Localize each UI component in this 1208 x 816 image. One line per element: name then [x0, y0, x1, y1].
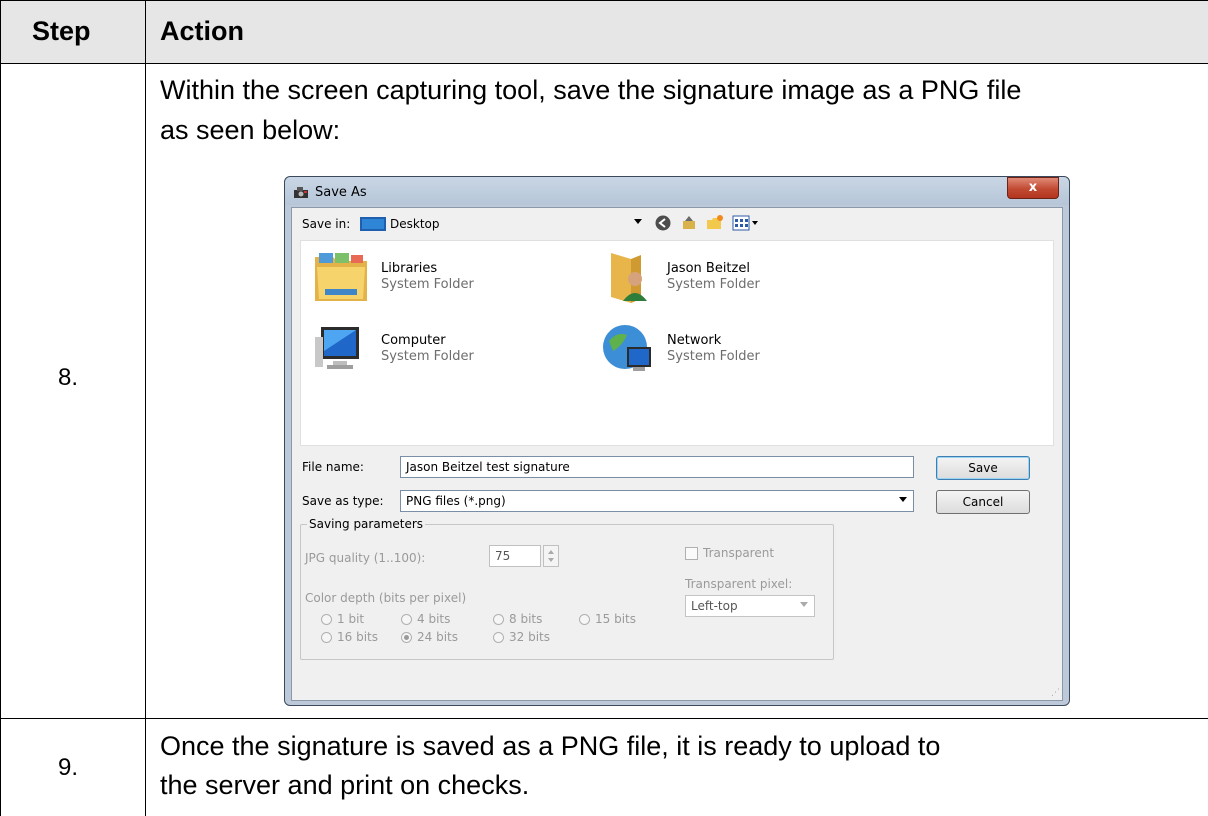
saving-parameters-group: Saving parameters JPG quality (1..100): …	[300, 517, 834, 660]
chevron-down-icon	[634, 219, 642, 224]
dialog-titlebar[interactable]: Save As x	[285, 177, 1069, 205]
item-name: Computer	[381, 333, 446, 348]
close-icon: x	[1028, 180, 1038, 195]
table-header-divider	[0, 63, 1208, 64]
list-item[interactable]: Libraries System Folder	[311, 249, 601, 313]
transparent-checkbox[interactable]	[685, 547, 698, 560]
back-icon[interactable]	[654, 214, 672, 232]
radio-label: 32 bits	[509, 630, 550, 644]
list-item[interactable]: Network System Folder	[597, 321, 887, 385]
libraries-folder-icon	[315, 253, 367, 301]
item-subtitle: System Folder	[381, 277, 474, 292]
radio-label: 8 bits	[509, 612, 543, 626]
jpg-quality-input[interactable]: 75	[489, 545, 541, 567]
table-column-divider	[145, 0, 146, 816]
close-button[interactable]: x	[1007, 177, 1059, 199]
step-number-9: 9.	[58, 754, 79, 781]
table-border-left	[0, 0, 1, 816]
group-title: Saving parameters	[307, 517, 426, 531]
file-list-area[interactable]: Libraries System Folder Jason Beitzel Sy…	[300, 240, 1054, 446]
radio-label: 1 bit	[337, 612, 365, 626]
up-folder-icon[interactable]	[680, 214, 698, 232]
header-action: Action	[160, 16, 244, 46]
dialog-title: Save As	[315, 185, 367, 200]
item-name: Network	[667, 333, 722, 348]
camera-app-icon	[294, 187, 308, 198]
table-border-top	[0, 0, 1208, 1]
jpg-quality-label: JPG quality (1..100):	[305, 551, 426, 565]
user-folder-icon	[611, 253, 647, 303]
step-9-line-1: Once the signature is saved as a PNG fil…	[160, 731, 941, 761]
item-subtitle: System Folder	[667, 349, 760, 364]
transparent-pixel-dropdown[interactable]: Left-top	[685, 595, 815, 617]
item-subtitle: System Folder	[381, 349, 474, 364]
item-name: Libraries	[381, 261, 438, 276]
resize-grip-icon[interactable]: ⋰	[1051, 688, 1060, 698]
radio-label: 16 bits	[337, 630, 378, 644]
transparent-label: Transparent	[703, 546, 775, 560]
computer-icon	[315, 327, 359, 369]
transparent-pixel-value: Left-top	[691, 599, 738, 613]
save-in-value: Desktop	[390, 217, 440, 231]
save-as-type-label: Save as type:	[302, 494, 384, 508]
header-step: Step	[32, 16, 91, 46]
step-8-line-2: as seen below:	[160, 115, 341, 145]
step-9-line-2: the server and print on checks.	[160, 770, 530, 800]
radio-16-bits[interactable]	[321, 632, 332, 643]
cancel-button[interactable]: Cancel	[936, 490, 1030, 514]
stepper-arrows-icon	[548, 550, 554, 562]
radio-4-bits[interactable]	[401, 614, 412, 625]
table-row-divider	[0, 718, 1208, 719]
view-menu-icon[interactable]	[732, 214, 760, 232]
radio-label: 15 bits	[595, 612, 636, 626]
dialog-client-area: Save in: Desktop Libraries System Folder…	[291, 207, 1063, 701]
save-in-label: Save in:	[302, 217, 351, 231]
step-number-8: 8.	[58, 364, 79, 391]
chevron-down-icon	[800, 602, 808, 607]
radio-1-bit[interactable]	[321, 614, 332, 625]
radio-15-bits[interactable]	[579, 614, 590, 625]
radio-24-bits[interactable]	[401, 632, 412, 643]
radio-label: 4 bits	[417, 612, 451, 626]
list-item[interactable]: Jason Beitzel System Folder	[597, 249, 887, 313]
radio-32-bits[interactable]	[493, 632, 504, 643]
list-item[interactable]: Computer System Folder	[311, 321, 601, 385]
network-globe-icon	[603, 325, 651, 371]
radio-label: 24 bits	[417, 630, 458, 644]
step-8-line-1: Within the screen capturing tool, save t…	[160, 75, 1022, 105]
radio-8-bits[interactable]	[493, 614, 504, 625]
color-depth-label: Color depth (bits per pixel)	[305, 591, 467, 605]
transparent-pixel-label: Transparent pixel:	[685, 577, 793, 591]
file-name-label: File name:	[302, 460, 364, 474]
jpg-quality-stepper[interactable]	[543, 545, 559, 567]
chevron-down-icon	[899, 497, 907, 502]
save-in-dropdown[interactable]: Desktop	[356, 213, 648, 233]
save-as-type-dropdown[interactable]: PNG files (*.png)	[400, 490, 914, 512]
item-name: Jason Beitzel	[667, 261, 750, 276]
desktop-icon	[360, 217, 386, 231]
save-button[interactable]: Save	[936, 456, 1030, 480]
file-name-input[interactable]: Jason Beitzel test signature	[400, 456, 914, 478]
new-folder-icon[interactable]	[706, 214, 724, 232]
save-as-dialog: Save As x Save in: Desktop Libraries Sys…	[284, 176, 1070, 706]
save-as-type-value: PNG files (*.png)	[406, 494, 506, 508]
item-subtitle: System Folder	[667, 277, 760, 292]
